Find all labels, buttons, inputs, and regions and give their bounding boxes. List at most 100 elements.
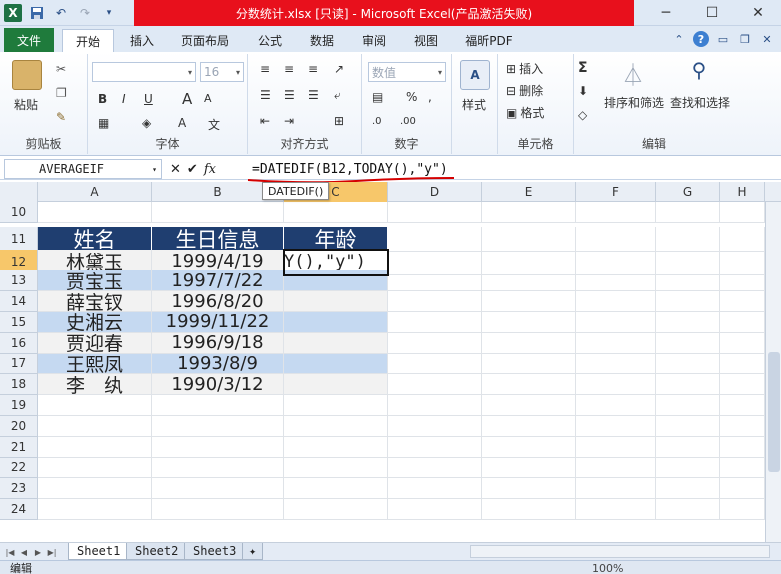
collapse-ribbon-icon[interactable]: ⌃ bbox=[671, 31, 687, 47]
cell[interactable] bbox=[284, 202, 388, 223]
cell[interactable] bbox=[482, 312, 576, 333]
cell[interactable]: 1990/3/12 bbox=[152, 374, 284, 396]
currency-icon[interactable]: ▤ bbox=[372, 90, 383, 104]
font-color-icon[interactable]: A bbox=[178, 116, 186, 130]
cell[interactable] bbox=[720, 312, 765, 333]
cell[interactable] bbox=[720, 226, 765, 252]
increase-decimal-icon[interactable]: .0 bbox=[372, 116, 382, 127]
cell[interactable] bbox=[482, 499, 576, 520]
cell[interactable] bbox=[284, 374, 388, 396]
cell[interactable] bbox=[576, 332, 656, 354]
cell[interactable] bbox=[388, 270, 482, 292]
minimize-button[interactable]: ─ bbox=[643, 0, 689, 26]
cell[interactable] bbox=[388, 353, 482, 375]
cell[interactable] bbox=[576, 478, 656, 500]
cell[interactable] bbox=[388, 226, 482, 252]
cell[interactable] bbox=[576, 291, 656, 312]
merge-center-icon[interactable]: ⊞ bbox=[334, 114, 344, 128]
cell[interactable] bbox=[482, 395, 576, 416]
align-middle-icon[interactable]: ≡ bbox=[284, 62, 294, 76]
undo-icon[interactable]: ↶ bbox=[52, 4, 70, 22]
cell[interactable]: 王熙凤 bbox=[38, 353, 152, 375]
cell[interactable] bbox=[388, 436, 482, 458]
cell[interactable] bbox=[38, 202, 152, 223]
cell[interactable] bbox=[284, 270, 388, 292]
cell[interactable] bbox=[720, 499, 765, 520]
align-bottom-icon[interactable]: ≡ bbox=[308, 62, 318, 76]
insert-function-icon[interactable]: fx bbox=[204, 162, 216, 177]
vertical-scroll-thumb[interactable] bbox=[768, 352, 780, 472]
cell[interactable] bbox=[284, 312, 388, 333]
cell[interactable] bbox=[656, 478, 720, 500]
cell[interactable] bbox=[656, 312, 720, 333]
row-header[interactable]: 20 bbox=[0, 416, 38, 437]
enter-icon[interactable]: ✔ bbox=[187, 162, 198, 177]
insert-sheet-icon[interactable]: ✦ bbox=[242, 543, 264, 560]
cell[interactable] bbox=[656, 353, 720, 375]
decrease-decimal-icon[interactable]: .00 bbox=[400, 116, 416, 127]
insert-cells-button[interactable]: ⊞ 插入 bbox=[506, 60, 543, 77]
cell[interactable] bbox=[388, 395, 482, 416]
align-right-icon[interactable]: ☰ bbox=[308, 88, 319, 102]
cell[interactable] bbox=[482, 416, 576, 437]
orientation-icon[interactable]: ↗ bbox=[334, 62, 344, 76]
cell[interactable] bbox=[388, 478, 482, 500]
cell[interactable] bbox=[656, 291, 720, 312]
row-header[interactable]: 10 bbox=[0, 202, 38, 223]
autosum-button[interactable]: Σ bbox=[578, 60, 588, 76]
align-center-icon[interactable]: ☰ bbox=[284, 88, 295, 102]
border-icon[interactable]: ▦ bbox=[98, 116, 109, 130]
cell[interactable] bbox=[284, 395, 388, 416]
tab-home[interactable]: 开始 bbox=[62, 29, 114, 52]
cell[interactable] bbox=[576, 312, 656, 333]
cell[interactable] bbox=[38, 416, 152, 437]
cell[interactable] bbox=[720, 395, 765, 416]
cell[interactable] bbox=[576, 226, 656, 252]
grow-font-button[interactable]: A bbox=[182, 90, 192, 108]
binoculars-icon[interactable]: ⚲ bbox=[684, 58, 714, 88]
sort-filter-button[interactable]: 排序和筛选 bbox=[604, 94, 664, 111]
cell[interactable]: 姓名 bbox=[38, 226, 152, 252]
cell[interactable] bbox=[388, 291, 482, 312]
cell[interactable] bbox=[720, 478, 765, 500]
row-header[interactable]: 11 bbox=[0, 226, 38, 252]
cell[interactable]: 李 纨 bbox=[38, 374, 152, 396]
cell[interactable] bbox=[720, 436, 765, 458]
column-header-f[interactable]: F bbox=[576, 182, 656, 202]
cell[interactable]: 生日信息 bbox=[152, 226, 284, 252]
cell[interactable] bbox=[576, 270, 656, 292]
format-painter-icon[interactable]: ✎ bbox=[56, 110, 66, 124]
cell[interactable] bbox=[656, 202, 720, 223]
cell[interactable] bbox=[388, 312, 482, 333]
name-box[interactable]: AVERAGEIF ▾ bbox=[4, 159, 162, 179]
cell[interactable] bbox=[284, 457, 388, 479]
percent-button[interactable]: % bbox=[406, 90, 417, 104]
horizontal-scrollbar[interactable] bbox=[470, 545, 770, 558]
styles-button[interactable]: 样式 bbox=[462, 96, 486, 113]
tab-insert[interactable]: 插入 bbox=[118, 29, 166, 52]
cell[interactable] bbox=[482, 291, 576, 312]
cell[interactable] bbox=[656, 436, 720, 458]
row-header[interactable]: 19 bbox=[0, 395, 38, 416]
cell[interactable] bbox=[152, 457, 284, 479]
column-header-d[interactable]: D bbox=[388, 182, 482, 202]
help-icon[interactable]: ? bbox=[693, 31, 709, 47]
sheet-tab-sheet2[interactable]: Sheet2 bbox=[126, 543, 188, 560]
cell[interactable] bbox=[388, 416, 482, 437]
column-header-h[interactable]: H bbox=[720, 182, 765, 202]
cell[interactable] bbox=[656, 416, 720, 437]
cell[interactable] bbox=[576, 436, 656, 458]
row-header[interactable]: 21 bbox=[0, 436, 38, 458]
select-all-corner[interactable] bbox=[0, 182, 38, 202]
cell[interactable] bbox=[720, 353, 765, 375]
underline-button[interactable]: U bbox=[144, 92, 153, 106]
cell[interactable]: 史湘云 bbox=[38, 312, 152, 333]
cell[interactable] bbox=[152, 478, 284, 500]
tab-page-layout[interactable]: 页面布局 bbox=[172, 29, 238, 52]
vertical-scrollbar[interactable] bbox=[765, 202, 781, 544]
paste-icon[interactable] bbox=[12, 60, 42, 90]
cell[interactable] bbox=[38, 436, 152, 458]
cell[interactable] bbox=[482, 457, 576, 479]
cell[interactable] bbox=[152, 499, 284, 520]
cell[interactable] bbox=[284, 291, 388, 312]
